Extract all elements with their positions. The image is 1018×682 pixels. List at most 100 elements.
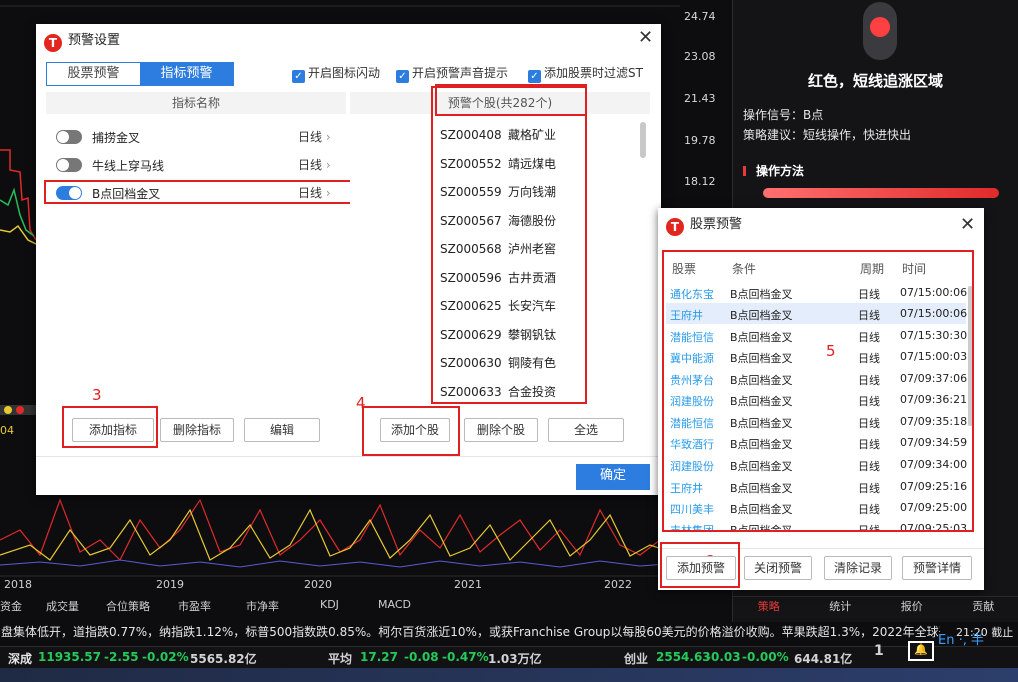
tab-stats[interactable]: 统计 [805,597,877,618]
add-indicator-button[interactable]: 添加指标 [72,418,154,442]
indicator-tab[interactable]: 资金 [0,598,22,614]
option-filter-st[interactable]: ✓ 添加股票时过滤ST [528,64,643,83]
indicator-period[interactable]: 日线 [298,156,331,173]
toggle-switch[interactable] [56,186,82,200]
indicator-tab[interactable]: MACD [378,598,411,611]
close-alert-button[interactable]: 关闭预警 [744,556,812,580]
price-label: 23.08 [684,50,716,63]
time-cell: 07/15:00:06 [900,286,968,299]
option-sound[interactable]: ✓ 开启预警声音提示 [396,64,508,83]
indicator-tab[interactable]: 市盈率 [178,598,211,614]
strategy-gauge-bar [763,188,999,198]
tab-stock-alert[interactable]: 股票预警 [47,63,140,85]
list-item[interactable]: SZ000567 海德股份 [440,212,556,229]
select-all-button[interactable]: 全选 [548,418,624,442]
table-row[interactable]: 潜能恒信 B点回档金叉 日线 07/15:30:30 [666,325,967,346]
strategy-signal: 操作信号：B点 [743,108,824,122]
stock-link[interactable]: 潜能恒信 [670,415,714,431]
edit-indicator-button[interactable]: 编辑 [244,418,320,442]
delete-indicator-button[interactable]: 删除指标 [160,418,234,442]
stock-link[interactable]: 王府井 [670,480,703,496]
delete-stock-button[interactable]: 删除个股 [464,418,538,442]
list-item[interactable]: SZ000559 万向钱潮 [440,183,556,200]
table-row[interactable]: 丰林集团 B点回档金叉 日线 07/09:25:03 [666,518,966,530]
table-row[interactable]: 润建股份 B点回档金叉 日线 07/09:36:21 [666,389,968,410]
list-item[interactable]: SZ000630 铜陵有色 [440,354,556,371]
table-row[interactable]: 润建股份 B点回档金叉 日线 07/09:34:00 [666,454,968,475]
time-cell: 07/15:00:03 [900,350,968,363]
ime-indicator[interactable]: En ·, 半 [938,629,984,648]
list-scrollbar[interactable] [640,122,646,158]
time-cell: 07/09:36:21 [900,393,968,406]
indicator-row[interactable]: 牛线上穿马线 日线 [46,152,346,178]
table-row[interactable]: 华致酒行 B点回档金叉 日线 07/09:34:59 [666,432,967,453]
bell-icon[interactable]: 🔔 [908,641,934,661]
table-row[interactable]: 王府井 B点回档金叉 日线 07/15:00:06 [666,303,967,324]
table-scrollbar[interactable] [968,286,973,426]
table-row[interactable]: 通化东宝 B点回档金叉 日线 07/15:00:06 [666,282,968,303]
toggle-switch[interactable] [56,130,82,144]
tab-indicator-alert[interactable]: 指标预警 [140,63,233,85]
alert-details-button[interactable]: 预警详情 [902,556,972,580]
list-item[interactable]: SZ000568 泸州老窖 [440,240,556,257]
stock-link[interactable]: 润建股份 [670,458,714,474]
os-taskbar [0,668,1018,682]
time-cell: 07/09:34:00 [900,458,968,471]
tab-strategy[interactable]: 策略 [733,597,805,618]
add-stock-button[interactable]: 添加个股 [380,418,450,442]
avg-amount: 1.03万亿 [488,652,542,666]
stock-link[interactable]: 冀中能源 [670,350,714,366]
stock-link[interactable]: 王府井 [670,307,703,323]
indicator-period[interactable]: 日线 [298,184,331,201]
sz-change: -2.55 [104,650,139,664]
confirm-button[interactable]: 确定 [576,464,650,490]
stock-name: 攀钢钒钛 [508,328,557,342]
stock-link[interactable]: 贵州茅台 [670,372,714,388]
stock-name: 泸州老窖 [508,242,557,256]
indicator-tab[interactable]: 合位策略 [106,598,150,614]
table-row[interactable]: 贵州茅台 B点回档金叉 日线 07/09:37:06 [666,368,967,389]
list-item[interactable]: SZ000625 长安汽车 [440,297,556,314]
table-row[interactable]: 潜能恒信 B点回档金叉 日线 07/09:35:18 [666,411,967,432]
alert-light-icon [863,2,897,60]
condition-cell: B点回档金叉 [730,417,793,430]
stock-code: SZ000629 [440,328,502,342]
list-item[interactable]: SZ000629 攀钢钒钛 [440,326,556,343]
list-item[interactable]: SZ000552 靖远煤电 [440,155,556,172]
indicator-period[interactable]: 日线 [298,128,331,145]
add-alert-button[interactable]: 添加预警 [666,556,736,580]
list-item[interactable]: SZ000596 古井贡酒 [440,269,556,286]
indicator-tab[interactable]: 市净率 [246,598,279,614]
period-cell: 日线 [858,374,880,387]
tab-contribution[interactable]: 贡献 [948,597,1018,618]
indicator-row[interactable]: B点回档金叉 日线 [46,180,346,206]
index-status-bar: 深成 11935.57 -2.55 -0.02% 5565.82亿 平均 17.… [0,633,1018,668]
table-row[interactable]: 王府井 B点回档金叉 日线 07/09:25:16 [666,476,967,497]
indicator-tab[interactable]: KDJ [320,598,339,611]
indicator-row[interactable]: 捕捞金叉 日线 [46,124,346,150]
close-icon[interactable]: ✕ [960,214,975,235]
indicator-tab[interactable]: 成交量 [46,598,79,614]
stock-link[interactable]: 润建股份 [670,393,714,409]
close-icon[interactable]: ✕ [638,27,653,48]
stock-name: 万向钱潮 [508,185,557,199]
stock-link[interactable]: 华致酒行 [670,436,714,452]
condition-cell: B点回档金叉 [730,352,793,365]
stock-link[interactable]: 通化东宝 [670,286,714,302]
table-row[interactable]: 冀中能源 B点回档金叉 日线 07/15:00:03 [666,346,968,367]
toggle-switch[interactable] [56,158,82,172]
table-row[interactable]: 四川美丰 B点回档金叉 日线 07/09:25:00 [666,497,967,518]
stock-link[interactable]: 潜能恒信 [670,329,714,345]
avg-label: 平均 [328,652,353,666]
checkbox-checked-icon: ✓ [528,70,541,83]
list-item[interactable]: SZ000633 合金投资 [440,383,556,400]
clear-records-button[interactable]: 清除记录 [824,556,892,580]
column-header-period: 周期 [860,262,885,276]
stock-link[interactable]: 丰林集团 [670,522,714,530]
list-item[interactable]: SZ000408 藏格矿业 [440,126,556,143]
condition-cell: B点回档金叉 [730,288,793,301]
tab-quote[interactable]: 报价 [876,597,948,618]
stock-link[interactable]: 四川美丰 [670,501,714,517]
time-cell: 07/09:25:03 [900,522,966,530]
option-icon-flash[interactable]: ✓ 开启图标闪动 [292,64,380,83]
